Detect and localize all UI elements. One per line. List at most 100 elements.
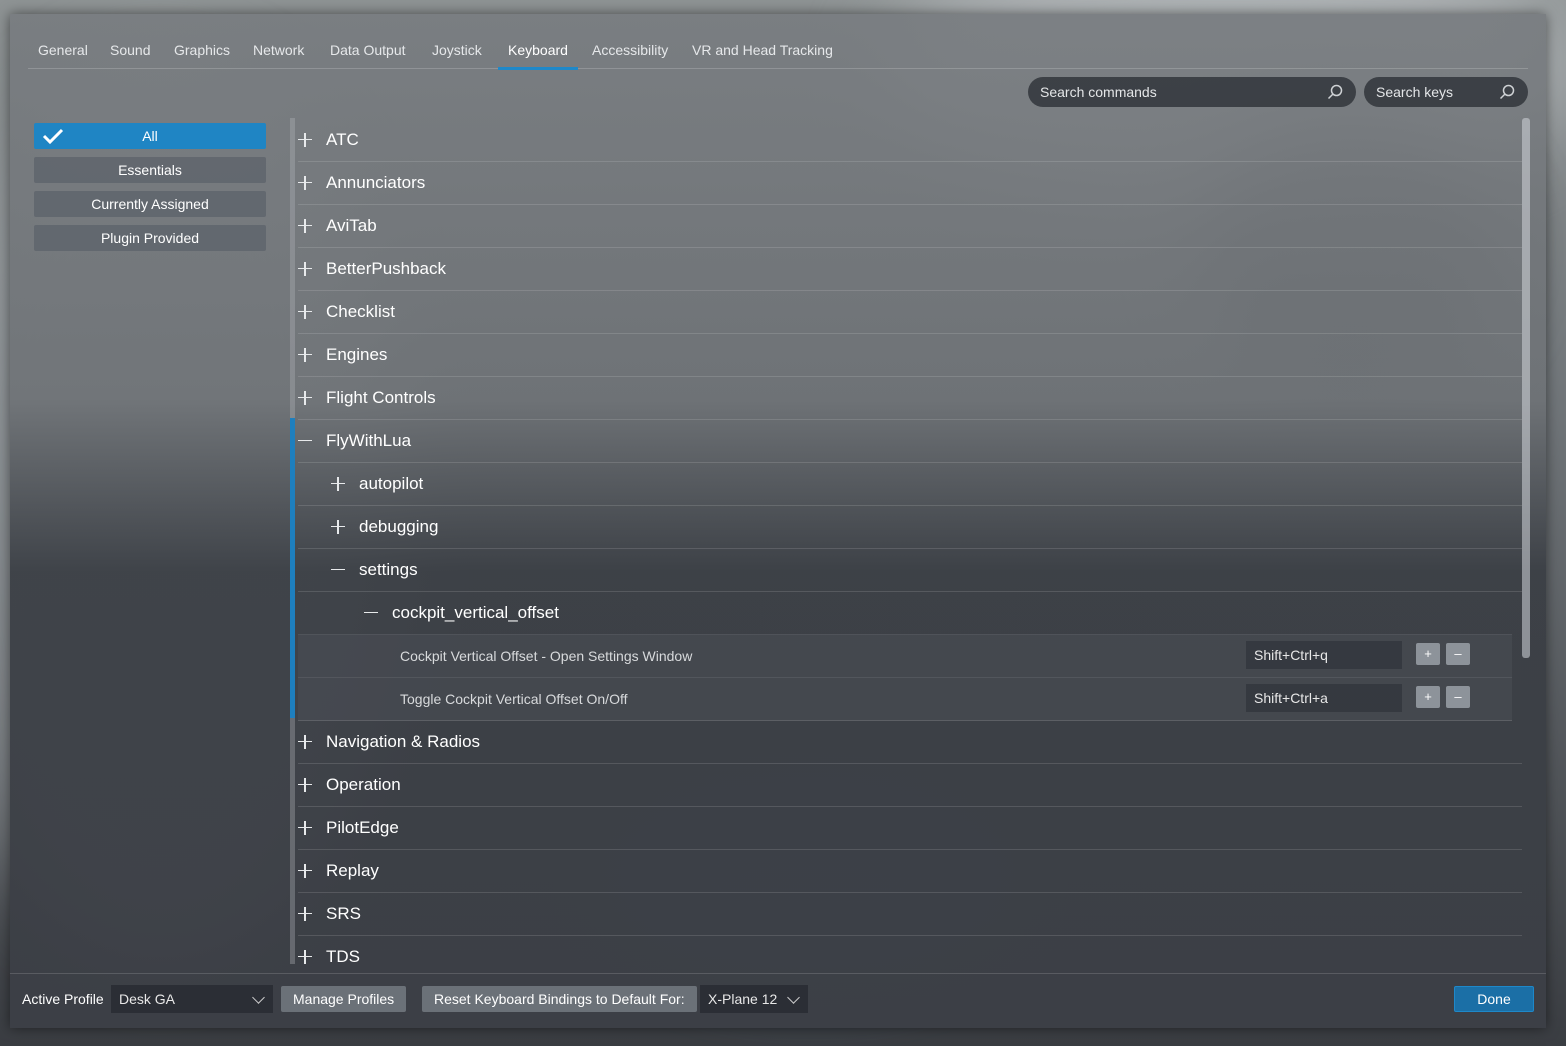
expand-plus-icon (298, 734, 312, 749)
expand-plus-icon (298, 949, 312, 964)
expand-plus-icon (298, 261, 312, 276)
remove-binding-button[interactable]: – (1446, 643, 1470, 665)
category-label: SRS (326, 903, 361, 923)
category-label: BetterPushback (326, 258, 447, 278)
profile-value: Desk GA (119, 991, 176, 1007)
profile-select[interactable]: Desk GA (111, 985, 273, 1013)
tab-joystick[interactable]: Joystick (422, 40, 492, 68)
filter-currently-assigned-button[interactable]: Currently Assigned (34, 191, 266, 217)
tab-sound[interactable]: Sound (100, 40, 160, 68)
expand-plus-icon (298, 863, 312, 878)
reset-bindings-button[interactable]: Reset Keyboard Bindings to Default For: (422, 986, 697, 1012)
tab-data-output[interactable]: Data Output (320, 40, 416, 68)
command-label: Cockpit Vertical Offset - Open Settings … (400, 647, 693, 664)
search-keys-placeholder: Search keys (1376, 84, 1454, 100)
command-label: Toggle Cockpit Vertical Offset On/Off (400, 690, 628, 707)
search-icon (1327, 84, 1343, 100)
category-engines[interactable]: Engines (298, 333, 1522, 377)
subcategory-autopilot[interactable]: autopilot (298, 462, 1522, 506)
category-operation[interactable]: Operation (298, 763, 1522, 807)
subcategory-label: settings (359, 559, 418, 579)
category-label: FlyWithLua (326, 430, 412, 450)
key-binding-field[interactable]: Shift+Ctrl+q (1246, 641, 1402, 669)
category-label: TDS (326, 946, 360, 965)
category-label: Checklist (326, 301, 395, 321)
category-annunciators[interactable]: Annunciators (298, 161, 1522, 205)
settings-dialog: General Sound Graphics Network Data Outp… (10, 14, 1546, 1028)
expand-plus-icon (331, 476, 345, 491)
add-binding-button[interactable]: + (1416, 686, 1440, 708)
search-keys-input[interactable]: Search keys (1364, 77, 1528, 107)
filter-plugin-provided-button[interactable]: Plugin Provided (34, 225, 266, 251)
filter-essentials-button[interactable]: Essentials (34, 157, 266, 183)
tab-graphics[interactable]: Graphics (164, 40, 240, 68)
category-tds[interactable]: TDS (298, 935, 1522, 964)
expand-plus-icon (331, 519, 345, 534)
filter-essentials-label: Essentials (118, 162, 182, 178)
category-label: AviTab (326, 215, 377, 235)
category-navigation-radios[interactable]: Navigation & Radios (298, 720, 1522, 764)
settings-tab-bar: General Sound Graphics Network Data Outp… (28, 38, 1528, 70)
tab-accessibility[interactable]: Accessibility (582, 40, 678, 68)
chevron-down-icon (252, 991, 265, 1004)
filter-currently-assigned-label: Currently Assigned (91, 196, 209, 212)
tab-vr-head-tracking[interactable]: VR and Head Tracking (682, 40, 843, 68)
command-list: ATC Annunciators AviTab BetterPushback C… (290, 118, 1522, 964)
collapse-minus-icon (364, 606, 378, 620)
category-label: ATC (326, 129, 359, 149)
category-avitab[interactable]: AviTab (298, 204, 1522, 248)
subcategory-label: debugging (359, 516, 439, 536)
collapse-minus-icon (331, 563, 345, 577)
subcategory-debugging[interactable]: debugging (298, 505, 1522, 549)
category-atc[interactable]: ATC (298, 118, 1522, 162)
expand-plus-icon (298, 304, 312, 319)
expand-plus-icon (298, 175, 312, 190)
command-row[interactable]: Cockpit Vertical Offset - Open Settings … (298, 634, 1512, 678)
category-replay[interactable]: Replay (298, 849, 1522, 893)
category-label: Flight Controls (326, 387, 436, 407)
checkmark-icon (42, 128, 64, 145)
subcategory-cockpit-vertical-offset[interactable]: cockpit_vertical_offset (298, 591, 1512, 635)
filter-all-button[interactable]: All (34, 123, 266, 149)
manage-profiles-button[interactable]: Manage Profiles (281, 986, 407, 1012)
filter-plugin-provided-label: Plugin Provided (100, 230, 200, 246)
reset-target-select[interactable]: X-Plane 12 (700, 985, 808, 1013)
category-flight-controls[interactable]: Flight Controls (298, 376, 1522, 420)
expand-plus-icon (298, 820, 312, 835)
subcategory-settings[interactable]: settings (298, 548, 1522, 592)
category-label: Engines (326, 344, 388, 364)
search-icon (1499, 84, 1515, 100)
chevron-down-icon (787, 991, 800, 1004)
tab-keyboard[interactable]: Keyboard (498, 40, 578, 70)
subcategory-label: autopilot (359, 473, 424, 493)
search-commands-input[interactable]: Search commands (1028, 77, 1356, 107)
tab-general[interactable]: General (28, 40, 98, 68)
category-srs[interactable]: SRS (298, 892, 1522, 936)
expand-plus-icon (298, 218, 312, 233)
expand-plus-icon (298, 347, 312, 362)
command-row[interactable]: Toggle Cockpit Vertical Offset On/Off Sh… (298, 677, 1512, 721)
tab-network[interactable]: Network (243, 40, 314, 68)
expand-plus-icon (298, 906, 312, 921)
expand-plus-icon (298, 132, 312, 147)
search-commands-placeholder: Search commands (1040, 84, 1157, 100)
done-button[interactable]: Done (1454, 986, 1534, 1012)
key-binding-field[interactable]: Shift+Ctrl+a (1246, 684, 1402, 712)
active-profile-label: Active Profile (22, 991, 104, 1007)
remove-binding-button[interactable]: – (1446, 686, 1470, 708)
category-pilotedge[interactable]: PilotEdge (298, 806, 1522, 850)
list-scrollbar[interactable] (1522, 118, 1530, 658)
category-label: Operation (326, 774, 401, 794)
collapse-minus-icon (298, 434, 312, 448)
subcategory-label: cockpit_vertical_offset (392, 602, 559, 622)
category-label: PilotEdge (326, 817, 399, 837)
dialog-footer: Active Profile Desk GA Manage Profiles R… (10, 973, 1546, 1028)
category-flywithlua[interactable]: FlyWithLua (298, 419, 1522, 463)
expand-plus-icon (298, 777, 312, 792)
category-label: Navigation & Radios (326, 731, 481, 751)
category-label: Annunciators (326, 172, 426, 192)
category-betterpushback[interactable]: BetterPushback (298, 247, 1522, 291)
category-label: Replay (326, 860, 379, 880)
category-checklist[interactable]: Checklist (298, 290, 1522, 334)
add-binding-button[interactable]: + (1416, 643, 1440, 665)
